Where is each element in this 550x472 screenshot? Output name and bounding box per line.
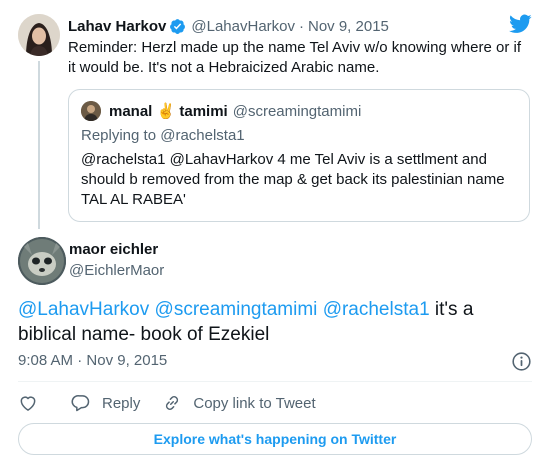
reply-label: Reply — [102, 394, 141, 412]
separator-dot: · — [299, 17, 304, 35]
separator-dot: · — [77, 352, 83, 369]
replying-to-label: Replying to — [81, 127, 157, 144]
quoted-author-avatar — [81, 101, 101, 121]
divider — [18, 381, 532, 382]
mention-link[interactable]: @screamingtamimi — [155, 299, 318, 320]
parent-author-avatar[interactable] — [18, 14, 60, 56]
heart-icon — [20, 396, 36, 411]
parent-tweet-text: Reminder: Herzl made up the name Tel Avi… — [68, 39, 521, 76]
main-author-name[interactable]: maor eichler — [69, 241, 158, 258]
verified-badge-icon — [170, 18, 186, 34]
tweet-timestamp[interactable]: 9:08 AM · Nov 9, 2015 — [18, 352, 167, 369]
twitter-bird-icon[interactable] — [509, 14, 532, 34]
parent-tweet[interactable]: Lahav Harkov @LahavHarkov · Nov 9, 2015 … — [0, 0, 550, 232]
parent-tweet-header: Lahav Harkov @LahavHarkov · Nov 9, 2015 — [68, 16, 389, 36]
quoted-tweet[interactable]: manal ✌️ tamimi @screamingtamimi Replyin… — [68, 89, 530, 222]
parent-author-name[interactable]: Lahav Harkov — [68, 18, 166, 35]
like-button[interactable] — [18, 393, 38, 413]
parent-author-handle[interactable]: @LahavHarkov — [191, 18, 295, 35]
tweet-time[interactable]: 9:08 AM — [18, 352, 73, 369]
tweet-date[interactable]: Nov 9, 2015 — [86, 352, 167, 369]
embedded-tweet-card: Lahav Harkov @LahavHarkov · Nov 9, 2015 … — [0, 0, 550, 472]
quoted-author-name: manal ✌️ tamimi — [109, 103, 228, 120]
explore-twitter-button[interactable]: Explore what's happening on Twitter — [18, 423, 532, 455]
mention-link[interactable]: @rachelsta1 — [323, 299, 430, 320]
replying-to-handle: @rachelsta1 — [160, 127, 245, 144]
replying-to-line: Replying to @rachelsta1 — [81, 127, 245, 144]
reply-button[interactable]: Reply — [71, 393, 140, 413]
main-tweet-text: @LahavHarkov @screamingtamimi @rachelsta… — [18, 297, 532, 347]
thread-connector-line — [38, 61, 40, 229]
copy-link-label: Copy link to Tweet — [193, 394, 316, 412]
main-author-avatar[interactable] — [18, 237, 66, 285]
link-icon — [166, 396, 179, 410]
copy-link-button[interactable]: Copy link to Tweet — [162, 393, 316, 413]
info-icon[interactable] — [511, 351, 532, 372]
quoted-author-handle: @screamingtamimi — [232, 102, 362, 120]
action-bar: Reply Copy link to Tweet — [18, 390, 316, 416]
quoted-tweet-text: @rachelsta1 @LahavHarkov 4 me Tel Aviv i… — [81, 151, 505, 208]
quoted-tweet-header: manal ✌️ tamimi @screamingtamimi — [81, 101, 361, 121]
parent-tweet-date[interactable]: Nov 9, 2015 — [308, 18, 389, 35]
main-author-handle[interactable]: @EichlerMaor — [69, 262, 164, 279]
speech-bubble-icon — [71, 395, 90, 412]
mention-link[interactable]: @LahavHarkov — [18, 299, 149, 320]
